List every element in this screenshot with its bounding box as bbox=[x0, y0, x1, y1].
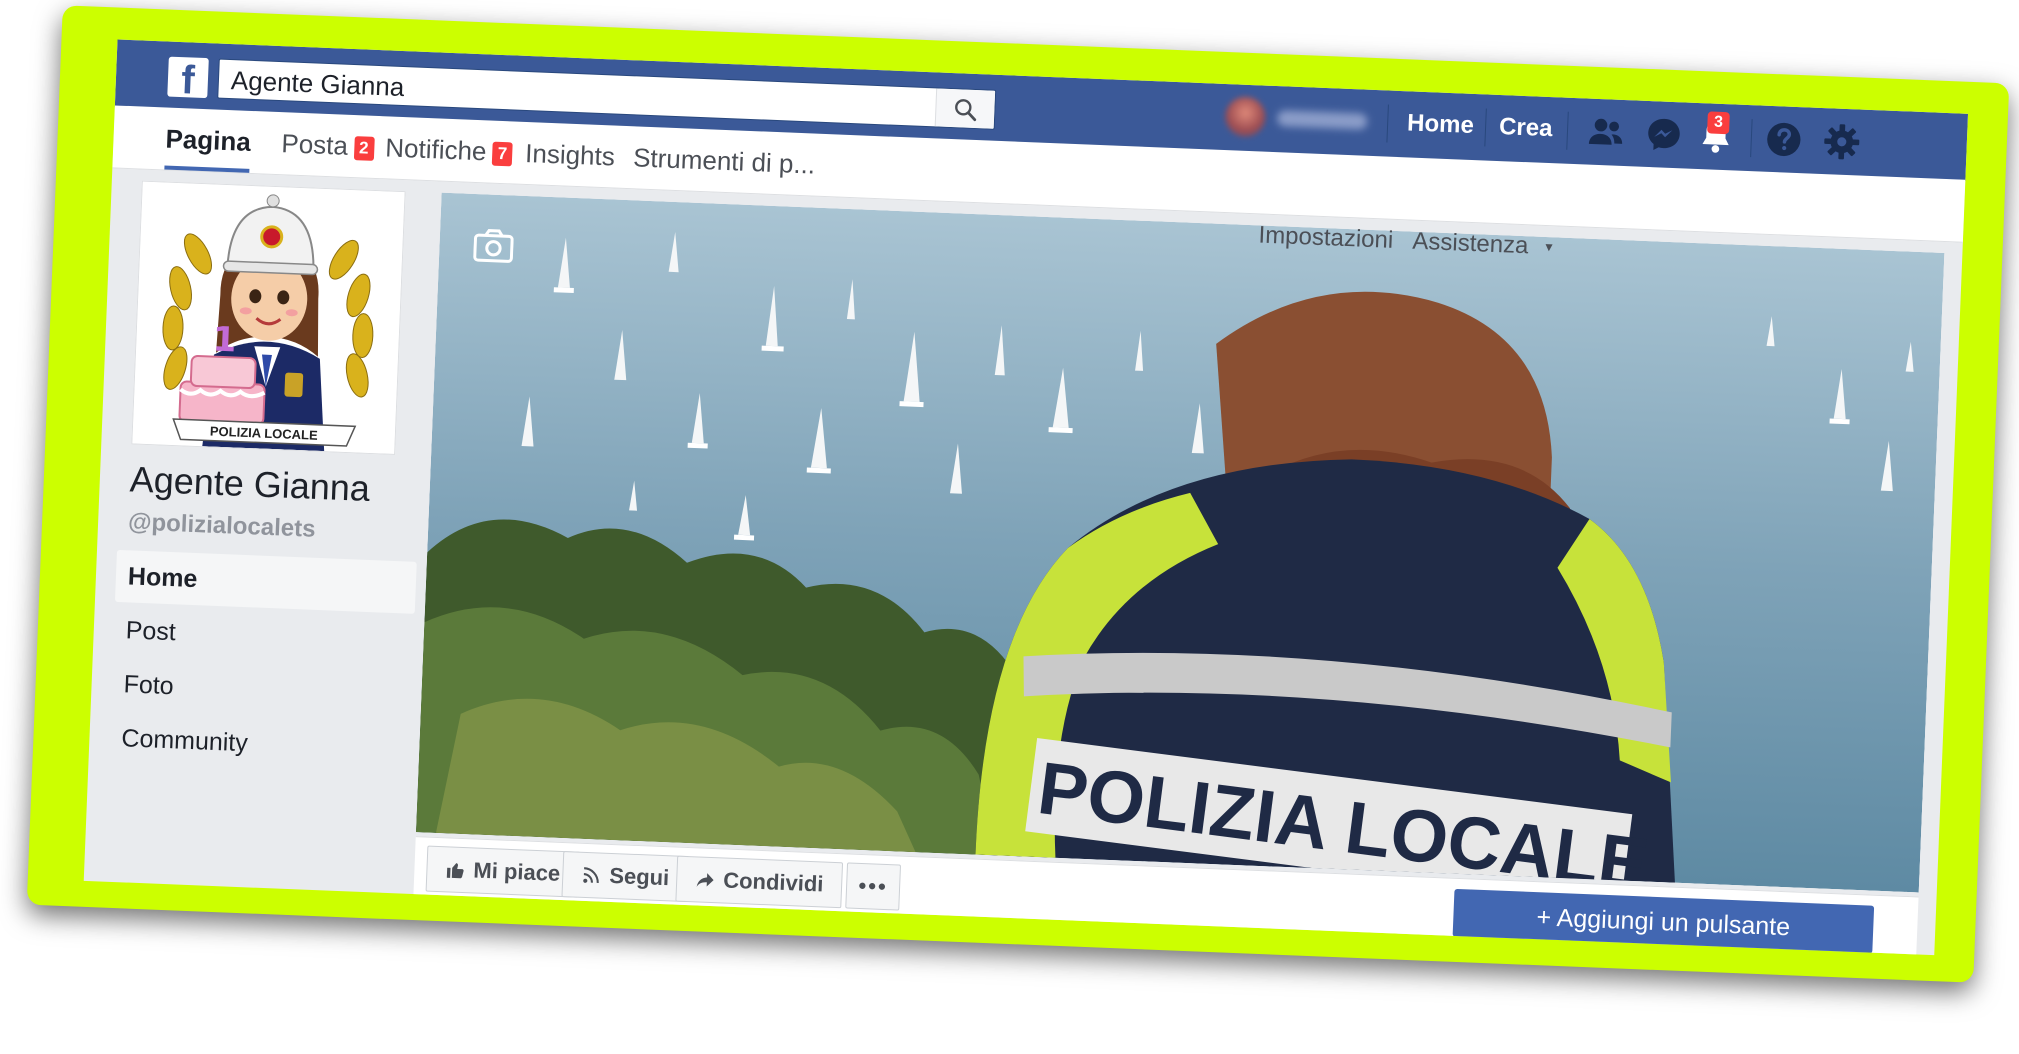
tab-posta-label: Posta bbox=[280, 128, 349, 161]
sidebar-item-foto[interactable]: Foto bbox=[111, 658, 413, 722]
help-icon[interactable] bbox=[1762, 118, 1806, 162]
sidebar-item-label: Community bbox=[120, 724, 249, 758]
sidebar-item-label: Home bbox=[127, 562, 198, 594]
tab-insights[interactable]: Insights bbox=[524, 122, 616, 188]
top-nav-home[interactable]: Home bbox=[1407, 107, 1475, 142]
tab-strumenti[interactable]: Strumenti di p... bbox=[632, 126, 816, 195]
search-value: Agente Gianna bbox=[230, 65, 405, 103]
divider bbox=[1386, 104, 1389, 143]
tab-assistenza-label: Assistenza bbox=[1411, 227, 1529, 260]
rss-icon bbox=[583, 867, 599, 883]
cover-photo[interactable]: POLIZIA LOCALE bbox=[415, 192, 1945, 893]
profile-picture[interactable]: 1 POLIZIA LOCALE bbox=[131, 180, 406, 455]
tab-impostazioni-label: Impostazioni bbox=[1258, 221, 1394, 254]
share-arrow-icon bbox=[696, 873, 714, 887]
tab-pagina[interactable]: Pagina bbox=[164, 107, 253, 173]
tab-assistenza[interactable]: Assistenza ▼ bbox=[1412, 220, 1556, 270]
sidebar-item-label: Foto bbox=[123, 670, 175, 701]
add-button-cta[interactable]: + Aggiungi un pulsante bbox=[1452, 888, 1875, 954]
like-button[interactable]: Mi piace bbox=[425, 845, 581, 898]
follow-button[interactable]: Segui bbox=[561, 851, 690, 903]
tab-notifiche[interactable]: Notifiche 7 bbox=[384, 116, 514, 183]
cover-photo-image: POLIZIA LOCALE bbox=[415, 192, 1945, 893]
follow-label: Segui bbox=[608, 862, 670, 891]
tab-insights-label: Insights bbox=[524, 137, 616, 172]
police-cartoon-illustration: 1 POLIZIA LOCALE bbox=[132, 181, 405, 454]
camera-icon[interactable] bbox=[473, 228, 514, 264]
profile-chip[interactable] bbox=[1224, 96, 1376, 142]
avatar bbox=[1224, 96, 1267, 138]
more-options-button[interactable]: ••• bbox=[845, 862, 902, 911]
search-button[interactable] bbox=[934, 88, 996, 129]
search-icon bbox=[955, 99, 977, 122]
chevron-down-icon: ▼ bbox=[1542, 239, 1556, 255]
divider bbox=[1750, 119, 1753, 158]
gear-icon[interactable] bbox=[1820, 120, 1864, 164]
thumbs-up-icon bbox=[446, 863, 464, 879]
sidebar-item-home[interactable]: Home bbox=[114, 549, 417, 614]
messenger-icon[interactable] bbox=[1642, 113, 1686, 157]
cake-number: 1 bbox=[212, 320, 237, 361]
divider bbox=[1484, 108, 1487, 147]
notifiche-count-badge: 7 bbox=[491, 141, 513, 167]
divider bbox=[1566, 111, 1569, 150]
facebook-page-screen: f Agente Gianna Home Crea 3 Pagina Posta… bbox=[83, 39, 1969, 956]
sidebar-item-label: Post bbox=[125, 616, 177, 647]
posta-count-badge: 2 bbox=[353, 136, 375, 161]
top-nav-crea[interactable]: Crea bbox=[1498, 111, 1553, 145]
friends-icon[interactable] bbox=[1584, 110, 1628, 154]
page-handle[interactable]: @polizialocalets bbox=[128, 508, 316, 544]
tab-impostazioni[interactable]: Impostazioni bbox=[1258, 213, 1394, 262]
like-label: Mi piace bbox=[472, 857, 561, 886]
highlight-frame: f Agente Gianna Home Crea 3 Pagina Posta… bbox=[26, 5, 2010, 983]
page-title: Agente Gianna bbox=[129, 458, 371, 509]
notification-badge: 3 bbox=[1707, 111, 1730, 135]
tab-notifiche-label: Notifiche bbox=[384, 132, 488, 167]
share-label: Condividi bbox=[722, 867, 824, 897]
tab-strumenti-label: Strumenti di p... bbox=[632, 142, 816, 180]
tab-posta[interactable]: Posta 2 bbox=[280, 112, 375, 178]
profile-name-blurred bbox=[1276, 110, 1368, 130]
share-button[interactable]: Condividi bbox=[675, 855, 844, 909]
sidebar-item-post[interactable]: Post bbox=[113, 604, 415, 668]
tab-pagina-label: Pagina bbox=[164, 123, 252, 157]
facebook-logo[interactable]: f bbox=[167, 56, 209, 99]
sidebar-item-community[interactable]: Community bbox=[108, 712, 410, 776]
